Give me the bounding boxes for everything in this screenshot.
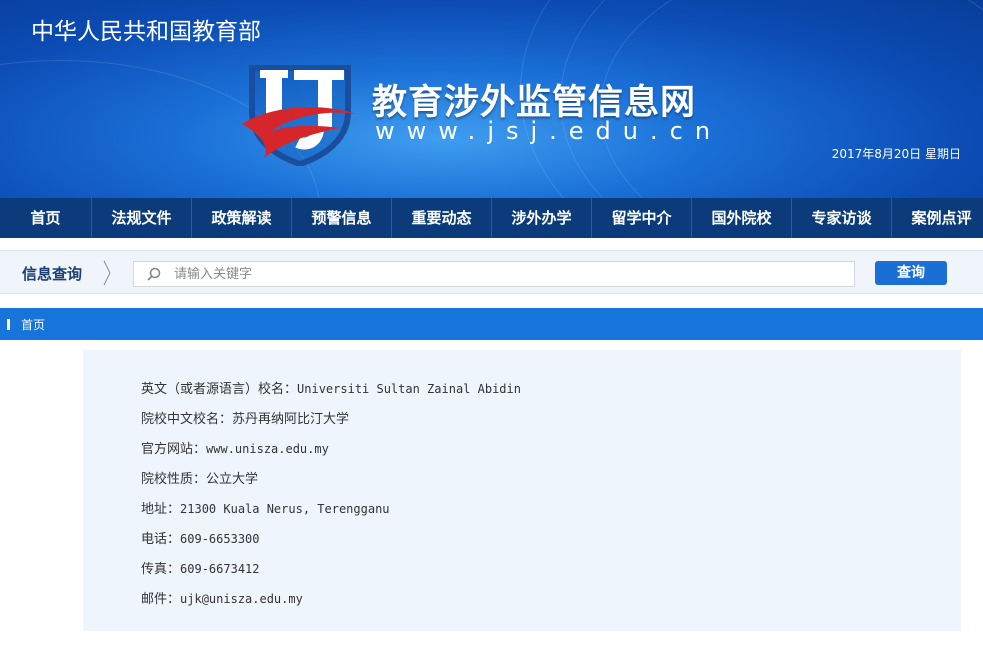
info-label: 传真： <box>141 562 181 577</box>
nav-item-foreign-education[interactable]: 涉外办学 <box>492 198 592 238</box>
info-label: 英文（或者源语言）校名： <box>141 382 298 397</box>
info-label: 电话： <box>141 532 181 547</box>
breadcrumb: 首页 <box>0 308 983 340</box>
info-row-email: 邮件：ujk@unisza.edu.my <box>141 588 303 607</box>
nav-item-news[interactable]: 重要动态 <box>392 198 492 238</box>
nav-item-foreign-institutions[interactable]: 国外院校 <box>692 198 792 238</box>
info-value: ujk@unisza.edu.my <box>180 592 303 606</box>
info-row-website: 官方网站：www.unisza.edu.my <box>141 438 329 457</box>
info-row-english-name: 英文（或者源语言）校名：Universiti Sultan Zainal Abi… <box>141 378 521 397</box>
institution-info-panel: 英文（或者源语言）校名：Universiti Sultan Zainal Abi… <box>83 350 961 631</box>
info-value: 苏丹再纳阿比汀大学 <box>232 412 350 427</box>
info-value: Universiti Sultan Zainal Abidin <box>297 382 521 396</box>
nav-item-regulations[interactable]: 法规文件 <box>92 198 192 238</box>
info-value: 609-6673412 <box>180 562 260 576</box>
search-label: 信息查询 <box>22 265 83 283</box>
ministry-title[interactable]: 中华人民共和国教育部 <box>31 12 261 46</box>
nav-item-study-abroad-agencies[interactable]: 留学中介 <box>592 198 692 238</box>
info-value: 公立大学 <box>206 472 259 487</box>
search-button[interactable]: 查询 <box>875 261 947 285</box>
current-date: 2017年8月20日 星期日 <box>831 147 961 161</box>
info-value: 609-6653300 <box>180 532 260 546</box>
breadcrumb-home[interactable]: 首页 <box>21 316 45 333</box>
info-label: 地址： <box>141 502 181 517</box>
nav-item-policy-interpretation[interactable]: 政策解读 <box>192 198 292 238</box>
info-row-chinese-name: 院校中文校名：苏丹再纳阿比汀大学 <box>141 408 349 427</box>
info-row-fax: 传真：609-6673412 <box>141 558 260 577</box>
nav-item-home[interactable]: 首页 <box>0 198 92 238</box>
site-url: www.jsj.edu.cn <box>375 117 723 145</box>
chevron-right-icon <box>103 260 111 286</box>
nav-item-expert-interviews[interactable]: 专家访谈 <box>792 198 892 238</box>
info-label: 邮件： <box>141 592 181 607</box>
search-icon <box>134 262 174 286</box>
info-label: 院校性质： <box>141 472 207 487</box>
search-input[interactable] <box>174 262 854 286</box>
info-value: 21300 Kuala Nerus, Terengganu <box>180 502 390 516</box>
info-label: 院校中文校名： <box>141 412 233 427</box>
breadcrumb-marker <box>7 319 10 330</box>
info-row-phone: 电话：609-6653300 <box>141 528 260 547</box>
site-logo-icon[interactable] <box>240 62 360 166</box>
main-nav: 首页 法规文件 政策解读 预警信息 重要动态 涉外办学 留学中介 国外院校 专家… <box>0 198 983 238</box>
search-bar: 信息查询 查询 <box>0 250 983 294</box>
nav-item-warnings[interactable]: 预警信息 <box>292 198 392 238</box>
info-value: www.unisza.edu.my <box>206 442 329 456</box>
site-header: 中华人民共和国教育部 教育涉外监管信息网 www.jsj.edu.cn 2017… <box>0 0 983 198</box>
info-row-type: 院校性质：公立大学 <box>141 468 258 487</box>
search-box <box>133 261 855 287</box>
info-row-address: 地址：21300 Kuala Nerus, Terengganu <box>141 498 390 517</box>
info-label: 官方网站： <box>141 442 207 457</box>
nav-item-case-reviews[interactable]: 案例点评 <box>892 198 983 238</box>
